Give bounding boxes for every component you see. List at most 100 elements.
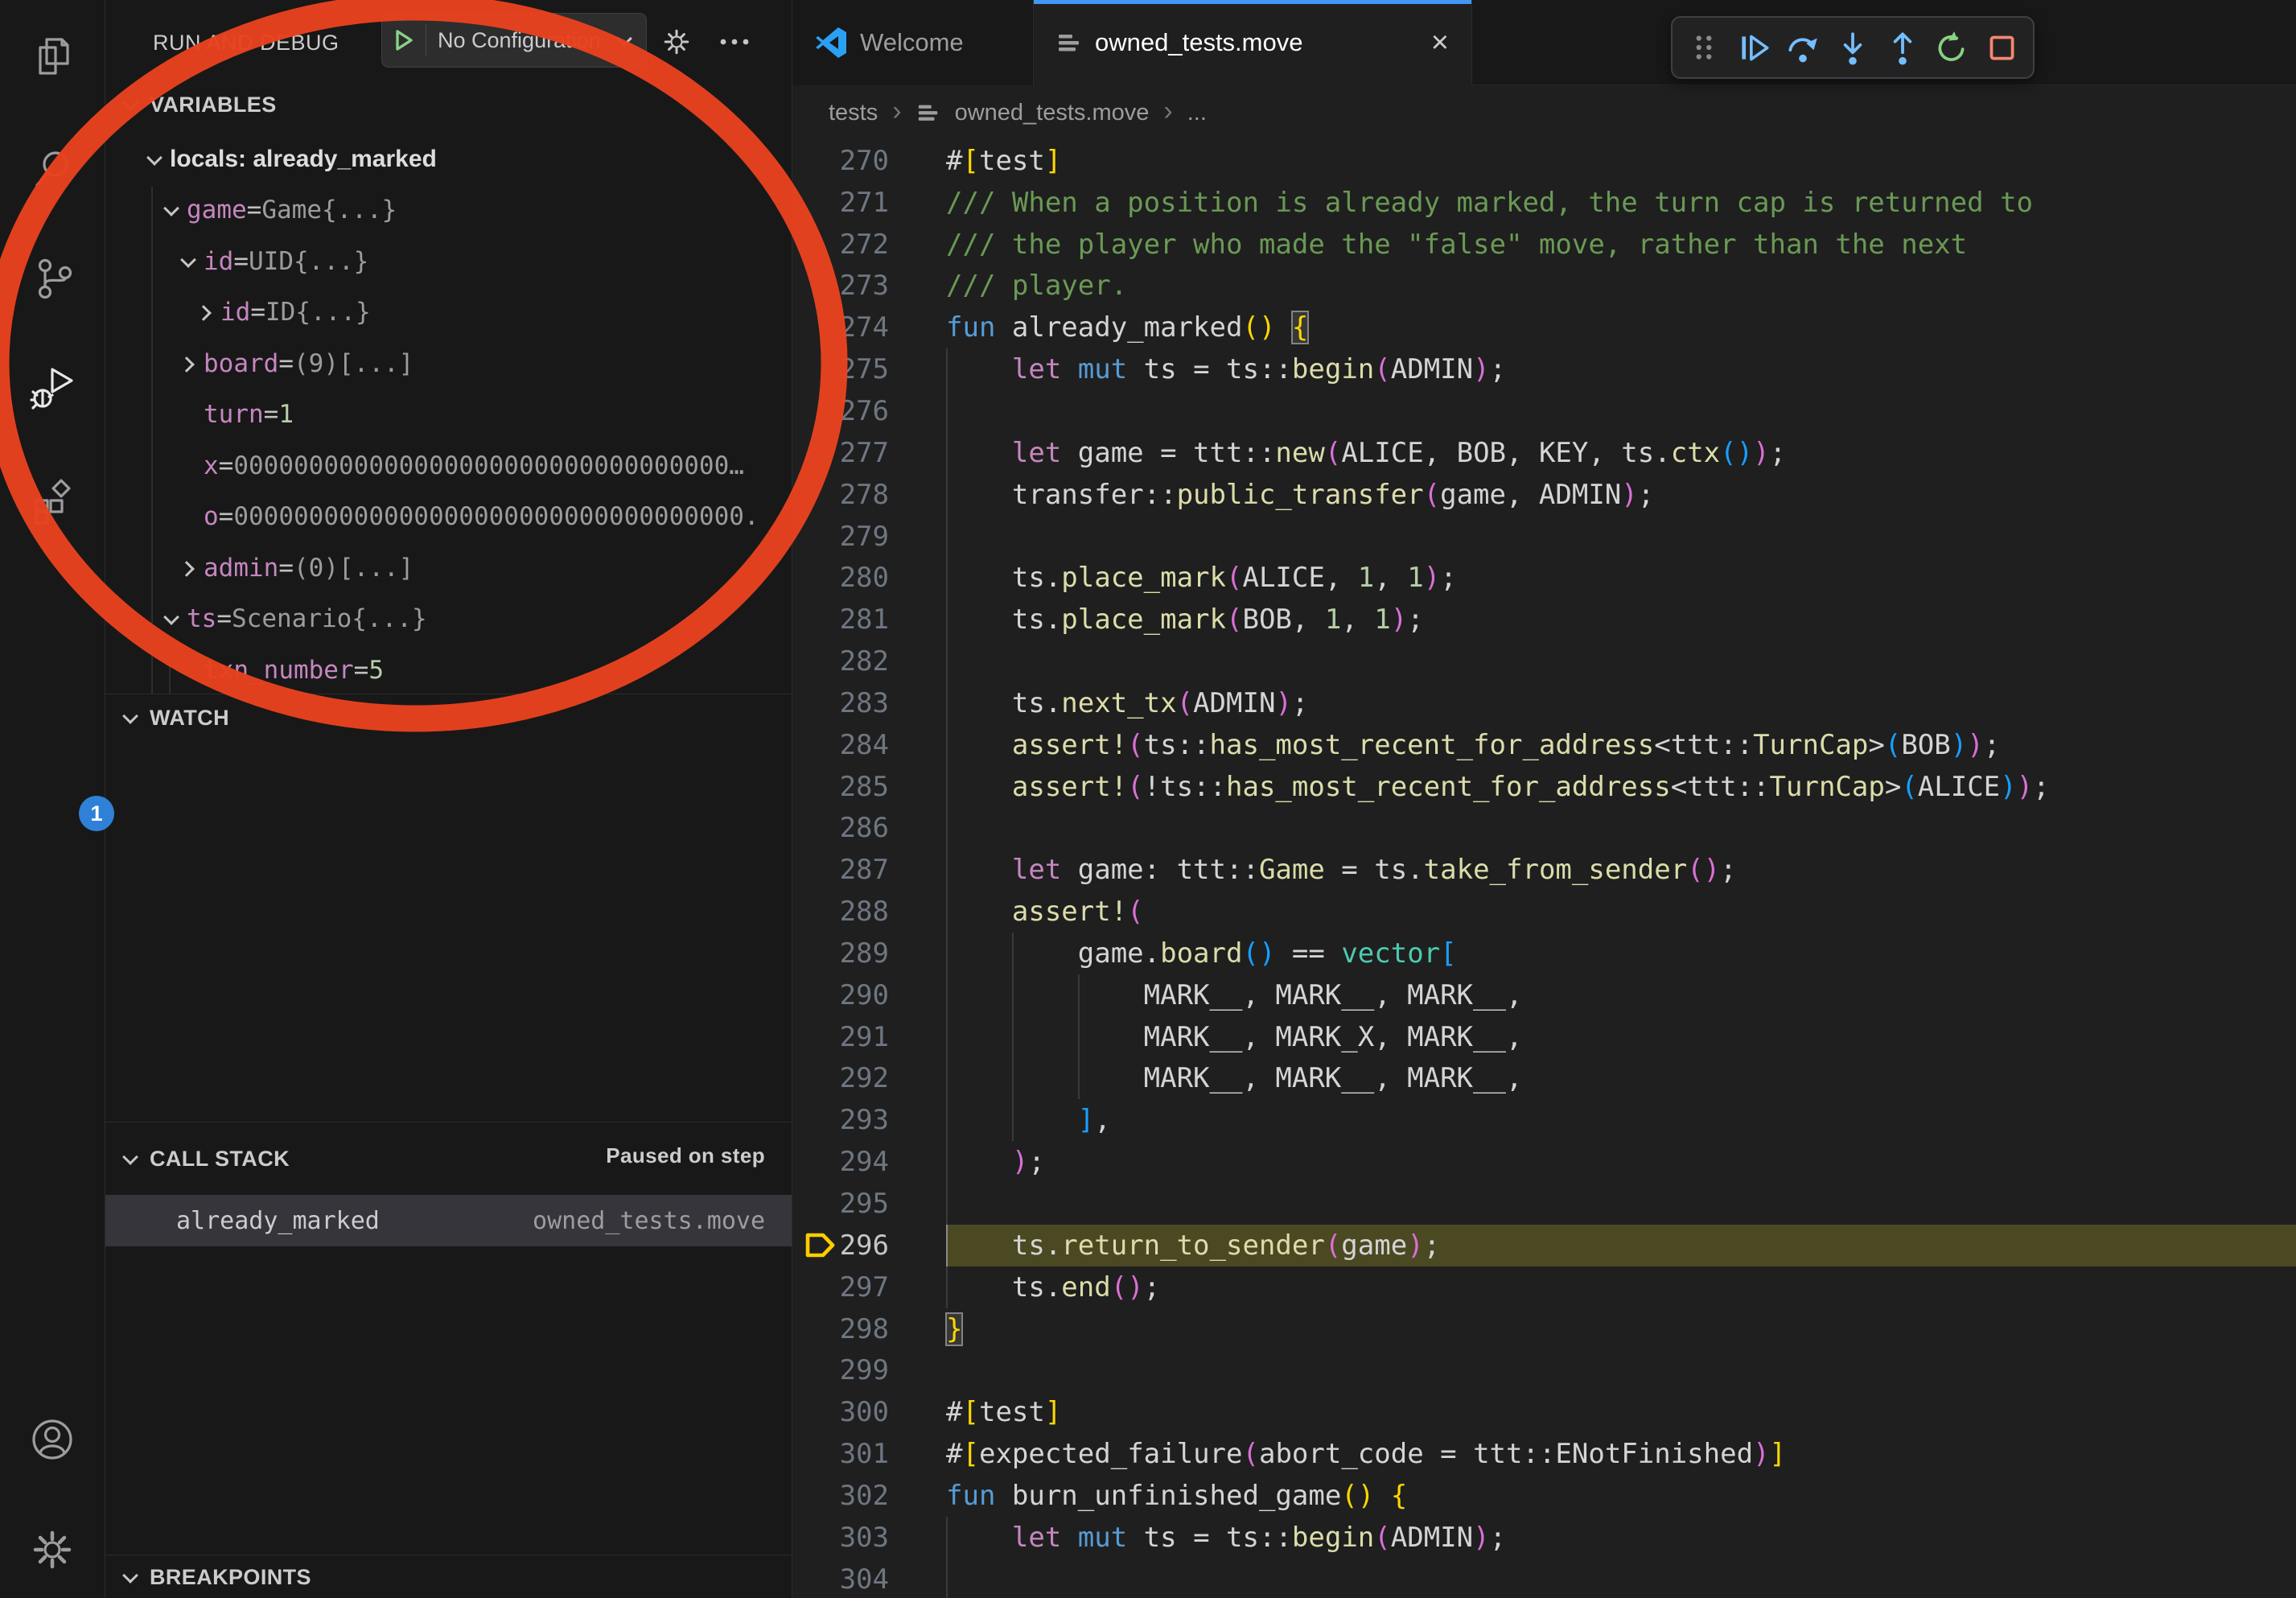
- code-line-285[interactable]: 285 assert!(!ts::has_most_recent_for_add…: [792, 766, 2296, 808]
- code-line-280[interactable]: 280 ts.place_mark(ALICE, 1, 1);: [792, 557, 2296, 599]
- breadcrumb-item-file[interactable]: owned_tests.move: [955, 100, 1150, 126]
- launch-configuration-dropdown[interactable]: No Configurations: [381, 13, 647, 68]
- restart-button[interactable]: [1931, 27, 1973, 68]
- code-line-301[interactable]: 301#[expected_failure(abort_code = ttt::…: [792, 1433, 2296, 1475]
- line-number[interactable]: 291: [837, 1021, 889, 1053]
- line-number[interactable]: 276: [837, 395, 889, 427]
- line-number[interactable]: 304: [837, 1563, 889, 1596]
- chevron-right-icon[interactable]: [178, 354, 197, 373]
- code-line-284[interactable]: 284 assert!(ts::has_most_recent_for_addr…: [792, 724, 2296, 766]
- variable-row[interactable]: id = ID{...}: [105, 287, 792, 339]
- run-and-debug-icon[interactable]: 1: [29, 364, 76, 411]
- chevron-right-icon[interactable]: [178, 558, 197, 578]
- breadcrumb-item-symbol[interactable]: ...: [1187, 100, 1207, 126]
- line-number[interactable]: 297: [837, 1271, 889, 1304]
- continue-button[interactable]: [1733, 27, 1775, 68]
- code-line-297[interactable]: 297 ts.end();: [792, 1266, 2296, 1308]
- code-line-276[interactable]: 276: [792, 390, 2296, 432]
- line-number[interactable]: 299: [837, 1354, 889, 1386]
- line-number[interactable]: 287: [837, 854, 889, 886]
- code-line-279[interactable]: 279: [792, 516, 2296, 558]
- chevron-right-icon[interactable]: [195, 303, 214, 322]
- code-line-271[interactable]: 271/// When a position is already marked…: [792, 182, 2296, 224]
- code-line-292[interactable]: 292 MARK__, MARK__, MARK__,: [792, 1058, 2296, 1100]
- line-number[interactable]: 288: [837, 896, 889, 928]
- variable-row[interactable]: ts = Scenario{...}: [105, 594, 792, 645]
- stop-button[interactable]: [1981, 27, 2022, 68]
- line-number[interactable]: 290: [837, 979, 889, 1011]
- source-control-icon[interactable]: [29, 255, 76, 302]
- toolbar-drag-handle[interactable]: [1683, 27, 1725, 68]
- code-line-283[interactable]: 283 ts.next_tx(ADMIN);: [792, 682, 2296, 724]
- current-line-marker-icon[interactable]: [792, 1230, 837, 1260]
- step-into-button[interactable]: [1832, 27, 1874, 68]
- step-out-button[interactable]: [1882, 27, 1924, 68]
- code-line-278[interactable]: 278 transfer::public_transfer(game, ADMI…: [792, 474, 2296, 516]
- code-line-295[interactable]: 295: [792, 1183, 2296, 1225]
- line-number[interactable]: 279: [837, 521, 889, 553]
- code-line-288[interactable]: 288 assert!(: [792, 891, 2296, 933]
- account-icon[interactable]: [29, 1416, 76, 1463]
- tab-owned-tests-move[interactable]: owned_tests.move ×: [1034, 0, 1472, 85]
- code-line-287[interactable]: 287 let game: ttt::Game = ts.take_from_s…: [792, 849, 2296, 891]
- code-line-270[interactable]: 270#[test]: [792, 140, 2296, 182]
- code-line-273[interactable]: 273/// player.: [792, 266, 2296, 307]
- line-number[interactable]: 289: [837, 937, 889, 970]
- code-line-294[interactable]: 294 );: [792, 1141, 2296, 1183]
- line-number[interactable]: 296: [837, 1229, 889, 1262]
- line-number[interactable]: 294: [837, 1146, 889, 1178]
- code-line-290[interactable]: 290 MARK__, MARK__, MARK__,: [792, 974, 2296, 1016]
- variable-row[interactable]: turn = 1: [105, 389, 792, 441]
- line-number[interactable]: 298: [837, 1313, 889, 1345]
- variable-row[interactable]: admin = (0)[...]: [105, 542, 792, 594]
- breadcrumb-item-tests[interactable]: tests: [829, 100, 878, 126]
- line-number[interactable]: 285: [837, 771, 889, 803]
- variable-row[interactable]: x = 000000000000000000000000000000000…: [105, 440, 792, 492]
- variables-section-header[interactable]: VARIABLES: [105, 82, 792, 127]
- debug-settings-gear-icon[interactable]: [659, 24, 694, 60]
- chevron-down-icon[interactable]: [161, 609, 180, 628]
- call-stack-section-header[interactable]: CALL STACK Paused on step: [105, 1122, 792, 1184]
- code-line-293[interactable]: 293 ],: [792, 1099, 2296, 1141]
- chevron-down-icon[interactable]: [178, 252, 197, 271]
- line-number[interactable]: 280: [837, 562, 889, 594]
- line-number[interactable]: 292: [837, 1062, 889, 1094]
- line-number[interactable]: 270: [837, 145, 889, 177]
- code-area[interactable]: 270#[test]271/// When a position is alre…: [792, 140, 2296, 1598]
- variable-row[interactable]: board = (9)[...]: [105, 338, 792, 389]
- code-line-281[interactable]: 281 ts.place_mark(BOB, 1, 1);: [792, 599, 2296, 640]
- code-line-277[interactable]: 277 let game = ttt::new(ALICE, BOB, KEY,…: [792, 432, 2296, 474]
- extensions-icon[interactable]: [29, 479, 76, 525]
- watch-section-header[interactable]: WATCH: [105, 694, 792, 741]
- line-number[interactable]: 271: [837, 187, 889, 219]
- settings-gear-icon[interactable]: [29, 1526, 76, 1573]
- breakpoints-section-header[interactable]: BREAKPOINTS: [105, 1555, 792, 1598]
- code-line-302[interactable]: 302fun burn_unfinished_game() {: [792, 1475, 2296, 1517]
- variable-row[interactable]: txn_number = 5: [105, 645, 792, 696]
- code-line-296[interactable]: 296 ts.return_to_sender(game);: [792, 1225, 2296, 1266]
- more-actions-icon[interactable]: [717, 24, 752, 60]
- line-number[interactable]: 300: [837, 1396, 889, 1428]
- variable-row[interactable]: id = UID{...}: [105, 236, 792, 287]
- line-number[interactable]: 273: [837, 270, 889, 302]
- line-number[interactable]: 272: [837, 229, 889, 261]
- explorer-icon[interactable]: [29, 35, 76, 81]
- code-line-275[interactable]: 275 let mut ts = ts::begin(ADMIN);: [792, 348, 2296, 390]
- code-line-272[interactable]: 272/// the player who made the "false" m…: [792, 224, 2296, 266]
- code-line-274[interactable]: 274fun already_marked() {: [792, 307, 2296, 348]
- call-stack-frame[interactable]: already_markedowned_tests.move: [105, 1195, 792, 1246]
- search-icon[interactable]: [29, 145, 76, 192]
- step-over-button[interactable]: [1782, 27, 1824, 68]
- variable-row[interactable]: game = Game{...}: [105, 185, 792, 237]
- line-number[interactable]: 302: [837, 1480, 889, 1512]
- chevron-down-icon[interactable]: [144, 150, 163, 169]
- code-line-303[interactable]: 303 let mut ts = ts::begin(ADMIN);: [792, 1517, 2296, 1559]
- close-icon[interactable]: ×: [1431, 27, 1449, 58]
- line-number[interactable]: 295: [837, 1188, 889, 1220]
- line-number[interactable]: 274: [837, 311, 889, 344]
- code-line-300[interactable]: 300#[test]: [792, 1391, 2296, 1433]
- code-line-299[interactable]: 299: [792, 1349, 2296, 1391]
- line-number[interactable]: 277: [837, 437, 889, 469]
- tab-welcome[interactable]: Welcome: [792, 0, 1034, 85]
- code-line-291[interactable]: 291 MARK__, MARK_X, MARK__,: [792, 1016, 2296, 1058]
